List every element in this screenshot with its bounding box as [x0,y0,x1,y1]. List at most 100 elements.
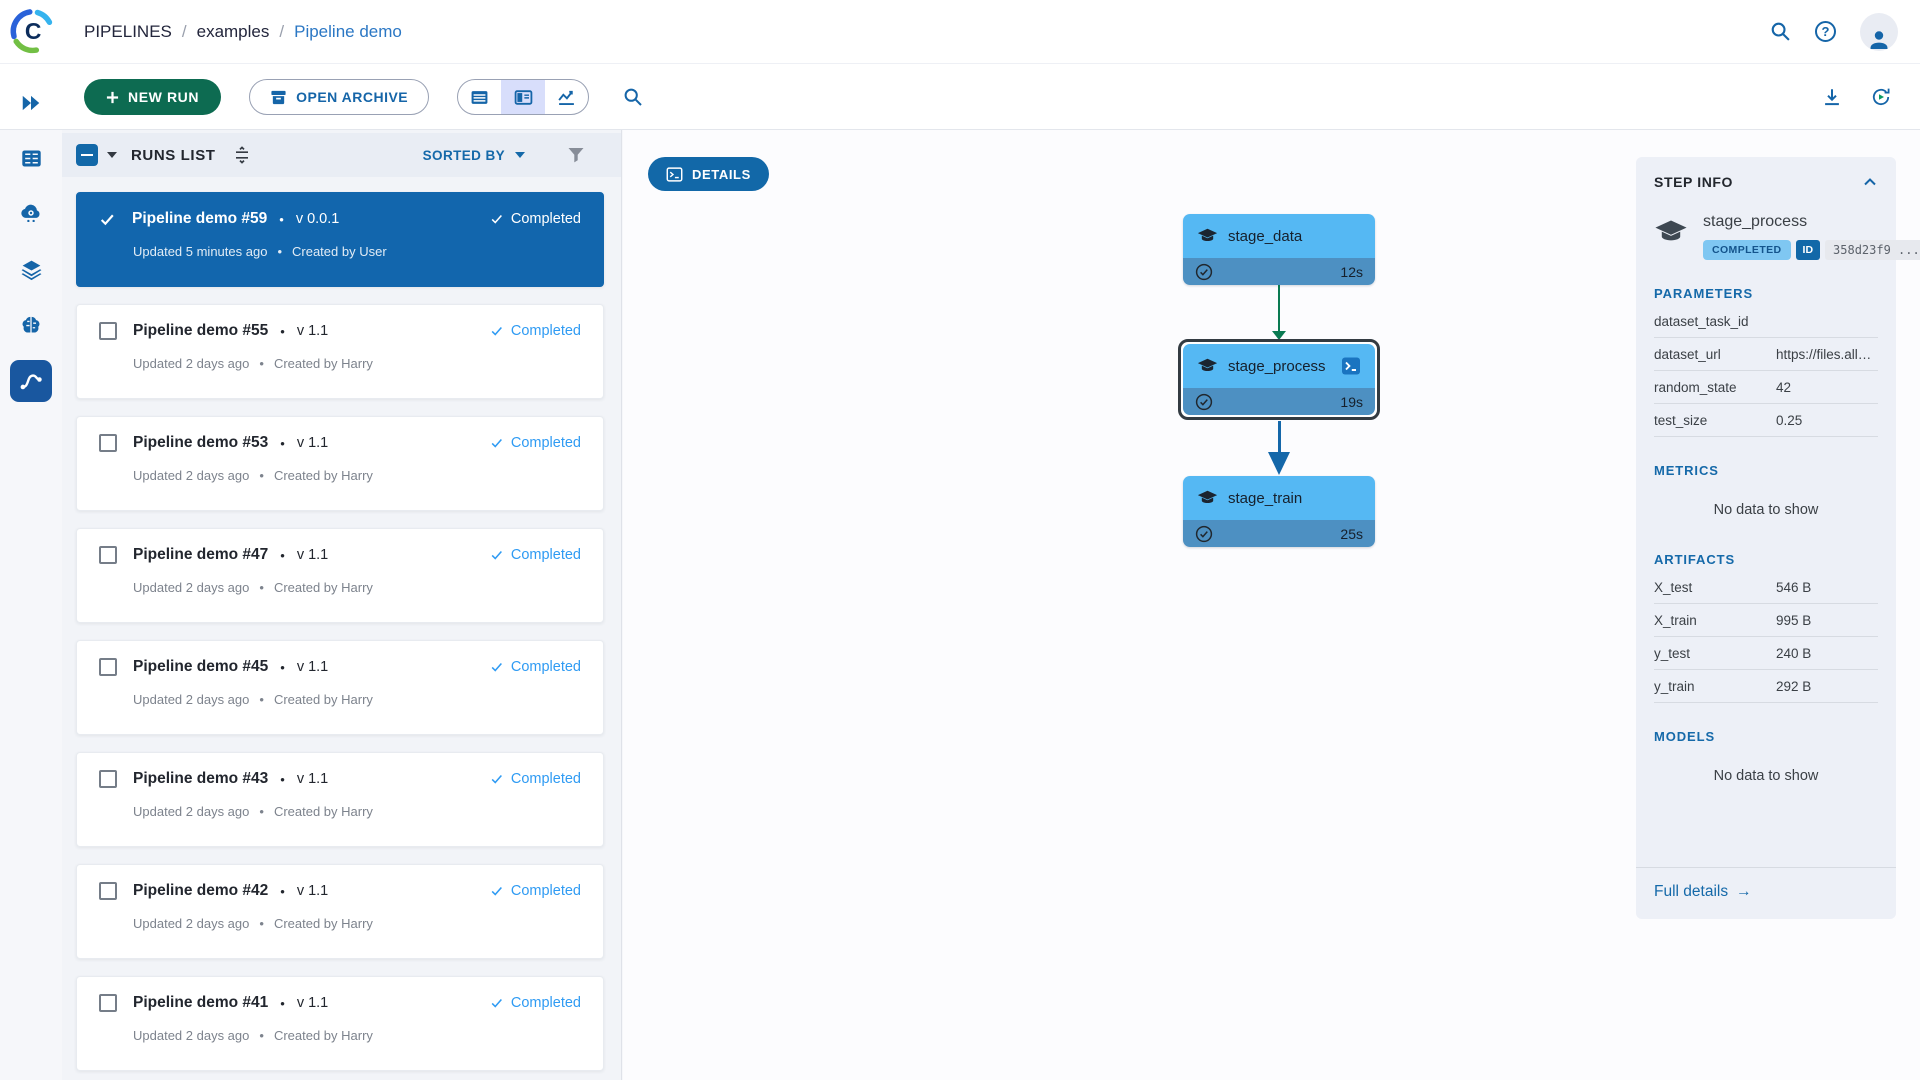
clearml-logo[interactable]: C [8,7,56,55]
sorted-by-caret-icon [515,152,525,158]
select-all-checkbox[interactable] [76,144,98,166]
bullet-separator: • [280,996,285,1011]
run-created: Created by Harry [274,580,373,595]
pipeline-node-stage-train[interactable]: stage_train 25s [1183,476,1375,547]
run-checkbox[interactable] [99,770,117,788]
sidebar-item-workers-queues[interactable] [0,143,62,173]
collapse-panel-icon[interactable] [1862,174,1878,190]
breadcrumb-section[interactable]: examples [197,22,270,42]
bullet-separator: • [259,580,264,595]
run-status-label: Completed [511,211,581,227]
sidebar-item-projects[interactable] [0,88,62,118]
run-version: v 1.1 [297,771,328,787]
list-settings-icon[interactable] [232,145,252,165]
run-updated: Updated 5 minutes ago [133,244,267,259]
breadcrumb-root[interactable]: PIPELINES [84,22,172,42]
bullet-separator: • [259,468,264,483]
details-button[interactable]: DETAILS [648,157,769,191]
graduation-cap-icon [1654,216,1688,260]
edge-data-to-process [1278,285,1281,332]
run-created: Created by Harry [274,1028,373,1043]
run-version: v 1.1 [297,323,328,339]
download-icon[interactable] [1822,87,1842,107]
details-label: DETAILS [692,167,751,182]
split-view-toggle[interactable] [501,80,544,114]
pipelines-icon [18,368,44,394]
artifact-size: 292 B [1776,679,1878,694]
run-card[interactable]: Pipeline demo #47 • v 1.1 Completed Upda… [76,528,604,623]
breadcrumb-current[interactable]: Pipeline demo [294,22,402,42]
run-status: Completed [490,995,581,1011]
run-version: v 1.1 [297,883,328,899]
run-checkbox[interactable] [99,994,117,1012]
parameter-row: test_size 0.25 [1654,404,1878,437]
run-card[interactable]: Pipeline demo #42 • v 1.1 Completed Upda… [76,864,604,959]
new-run-button[interactable]: NEW RUN [84,79,221,115]
filter-icon[interactable] [567,146,585,164]
step-id-value[interactable]: 358d23f9 ... [1825,240,1920,260]
sidebar-item-pipelines-active[interactable] [10,360,52,402]
run-card[interactable]: Pipeline demo #53 • v 1.1 Completed Upda… [76,416,604,511]
help-icon[interactable]: ? [1815,21,1836,42]
parameter-row: random_state 42 [1654,371,1878,404]
sidebar-item-models[interactable] [0,311,62,341]
check-icon [490,548,504,562]
run-card[interactable]: Pipeline demo #41 • v 1.1 Completed Upda… [76,976,604,1071]
selection-caret-icon[interactable] [107,152,117,158]
sidebar-item-datasets[interactable] [0,254,62,284]
run-checkbox[interactable] [99,546,117,564]
run-status-label: Completed [511,659,581,675]
runs-list-header: RUNS LIST SORTED BY [62,133,621,177]
sorted-by-dropdown[interactable]: SORTED BY [423,148,525,163]
node-name: stage_train [1228,490,1302,507]
parameters-heading: PARAMETERS [1654,286,1878,301]
step-info-title: STEP INFO [1654,174,1733,190]
graduation-cap-icon [1197,226,1218,247]
run-card[interactable]: Pipeline demo #43 • v 1.1 Completed Upda… [76,752,604,847]
run-checkbox[interactable] [99,658,117,676]
run-card[interactable]: Pipeline demo #45 • v 1.1 Completed Upda… [76,640,604,735]
global-search-icon[interactable] [1770,21,1791,42]
run-created: Created by Harry [274,692,373,707]
chart-view-toggle[interactable] [545,80,588,114]
pipeline-node-stage-process-selected[interactable]: stage_process 19s [1178,339,1380,420]
run-checkbox[interactable] [99,322,117,340]
runs-search-icon[interactable] [623,87,643,107]
bullet-separator: • [280,660,285,675]
bullet-separator: • [280,548,285,563]
pipeline-node-stage-data[interactable]: stage_data 12s [1183,214,1375,285]
auto-refresh-icon[interactable] [1870,86,1892,108]
status-badge: COMPLETED [1703,240,1791,260]
id-badge: ID [1796,240,1821,260]
terminal-icon [666,166,683,183]
help-glyph: ? [1822,24,1830,39]
node-duration: 12s [1340,264,1363,280]
metrics-empty-state: No data to show [1636,502,1896,518]
artifact-row: y_train 292 B [1654,670,1878,703]
plus-icon [106,91,119,104]
runs-list-scroll[interactable]: Pipeline demo #59 • v 0.0.1 Completed Up… [62,177,621,1080]
run-checkbox[interactable] [99,434,117,452]
table-view-icon [470,88,489,107]
run-checkbox[interactable] [99,882,117,900]
breadcrumb-separator: / [279,22,284,42]
run-name: Pipeline demo #43 [133,770,268,788]
breadcrumb-separator: / [182,22,187,42]
sidebar-item-applications[interactable] [0,198,62,228]
arrow-right-icon: → [1736,883,1752,901]
check-circle-icon [1195,525,1213,543]
open-archive-button[interactable]: OPEN ARCHIVE [249,79,429,115]
artifact-size: 546 B [1776,580,1878,595]
node-console-icon[interactable] [1341,356,1361,376]
check-icon [490,436,504,450]
user-avatar[interactable] [1860,13,1898,51]
full-details-link[interactable]: Full details → [1636,867,1896,919]
table-view-toggle[interactable] [458,80,501,114]
selected-check-icon[interactable] [99,211,116,228]
node-duration: 19s [1340,394,1363,410]
run-card[interactable]: Pipeline demo #59 • v 0.0.1 Completed Up… [76,192,604,287]
run-card[interactable]: Pipeline demo #55 • v 1.1 Completed Upda… [76,304,604,399]
run-status: Completed [490,547,581,563]
artifact-row: X_test 546 B [1654,571,1878,604]
run-name: Pipeline demo #45 [133,658,268,676]
